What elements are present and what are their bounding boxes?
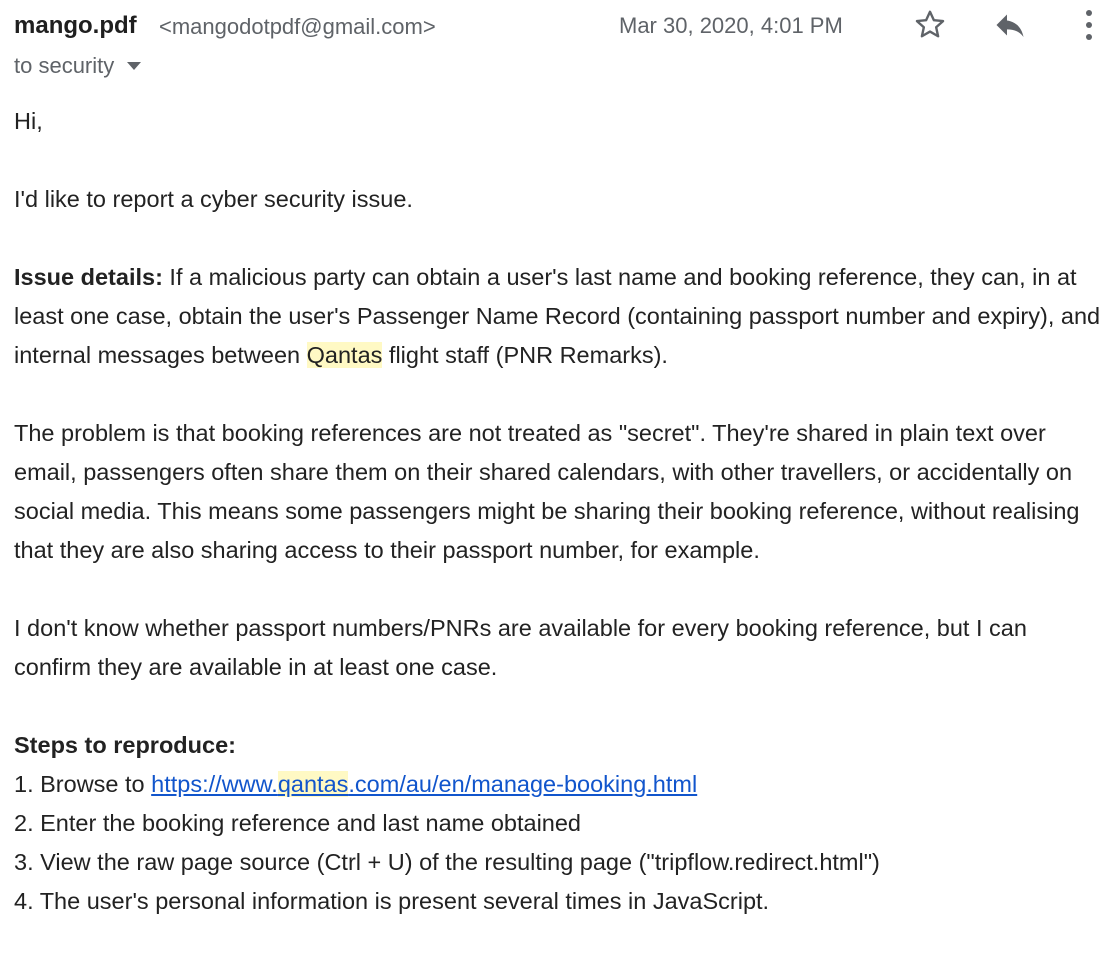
step-1: 1. Browse to https://www.qantas.com/au/e… xyxy=(14,765,1104,804)
message-body: Hi, I'd like to report a cyber security … xyxy=(14,102,1104,921)
link-search-highlight: qantas xyxy=(277,771,349,797)
uncertainty-paragraph: I don't know whether passport numbers/PN… xyxy=(14,615,1027,680)
issue-text-2: flight staff (PNR Remarks). xyxy=(382,342,668,368)
more-options-button[interactable] xyxy=(1074,8,1104,46)
steps-label: Steps to reproduce: xyxy=(14,732,236,758)
caret-down-icon xyxy=(126,61,142,71)
sender-name[interactable]: mango.pdf xyxy=(14,10,137,42)
link-text-before: https://www. xyxy=(151,771,278,797)
reply-icon xyxy=(992,7,1028,48)
more-vert-icon xyxy=(1084,8,1094,47)
recipient-details-toggle[interactable]: to security xyxy=(14,50,142,82)
step-3: 3. View the raw page source (Ctrl + U) o… xyxy=(14,849,880,875)
reply-button[interactable] xyxy=(990,8,1030,46)
step-2: 2. Enter the booking reference and last … xyxy=(14,810,581,836)
greeting: Hi, xyxy=(14,108,43,134)
step-1-prefix: 1. Browse to xyxy=(14,771,152,797)
search-highlight: Qantas xyxy=(306,342,383,368)
issue-label: Issue details: xyxy=(14,264,163,290)
star-button[interactable] xyxy=(910,8,950,46)
step-4: 4. The user's personal information is pr… xyxy=(14,888,770,914)
issue-paragraph: Issue details: If a malicious party can … xyxy=(14,258,1104,375)
intro-paragraph: I'd like to report a cyber security issu… xyxy=(14,186,413,212)
manage-booking-link[interactable]: https://www.qantas.com/au/en/manage-book… xyxy=(151,771,697,797)
star-icon xyxy=(912,7,948,48)
problem-paragraph: The problem is that booking references a… xyxy=(14,420,1080,563)
message-header: mango.pdf <mangodotpdf@gmail.com> Mar 30… xyxy=(14,8,1109,48)
message-date: Mar 30, 2020, 4:01 PM xyxy=(619,13,843,38)
sender-email[interactable]: <mangodotpdf@gmail.com> xyxy=(159,12,436,42)
steps-heading: Steps to reproduce: xyxy=(14,726,1104,765)
link-text-after: .com/au/en/manage-booking.html xyxy=(348,771,698,797)
recipient-label: to security xyxy=(14,53,115,78)
